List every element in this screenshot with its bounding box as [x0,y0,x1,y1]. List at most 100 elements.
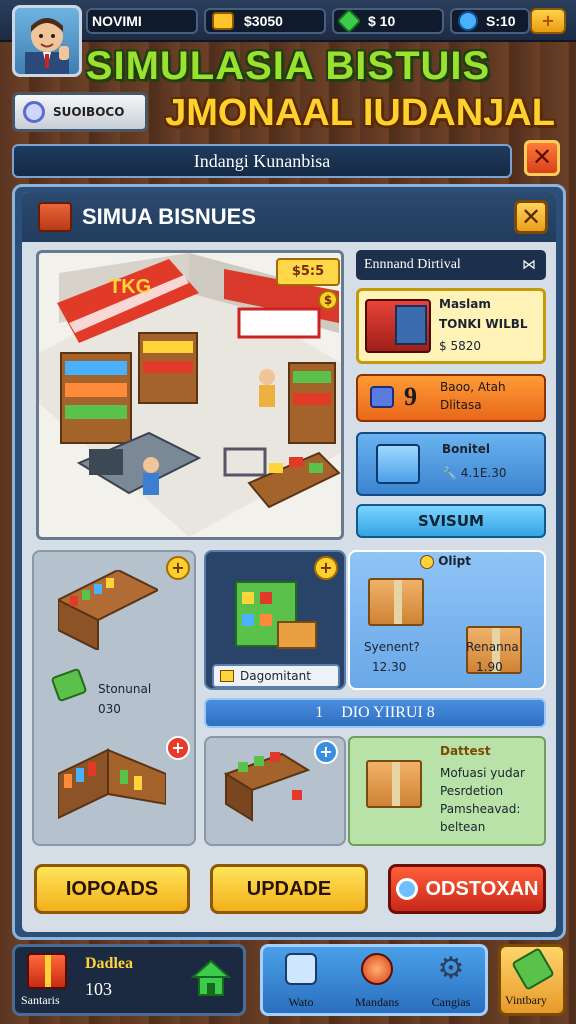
nav-item-wato-label: Wato [288,995,314,1009]
diamond-counter[interactable]: S:10 [450,8,530,34]
crate-1-value: 12.30 [372,660,407,674]
crate-box-icon-1 [368,578,424,626]
shelf-tile-label: Stonunal [98,682,152,696]
delivery-line-4: beltean [440,820,486,834]
coin-badge-icon: $ [318,290,338,310]
shelf-tile-value: 030 [98,702,121,716]
add-corner-shelf-button[interactable]: + [166,736,190,760]
magnifier-icon [395,878,418,900]
display-tag: Dagomitant [212,664,340,688]
store-price-tag: $5:5 [276,258,340,286]
planter-stand-icon [222,744,312,824]
orange-card-number: 9 [404,382,417,411]
money-icon [220,670,234,682]
panel-title: SIMUA BISNUES [82,204,256,229]
cash-value: $ 10 [368,13,396,29]
blue-card-value-text: 4.1E.30 [460,466,507,480]
nav-item-mandans[interactable]: Mandans [339,947,415,1013]
progress-banner[interactable]: 1 DIO YIIRUI 8 [204,698,546,728]
coin-counter[interactable]: $3050 [204,8,326,34]
close-section-button[interactable]: ✕ [524,140,560,176]
crate-2-name: Renanna [466,640,519,654]
nav-inventory-label: Vintbary [505,993,547,1007]
cash-counter[interactable]: $ 10 [332,8,444,34]
upgrade-card-title: Maslam [439,297,491,311]
diamond-icon [458,11,478,31]
game-title-line2: JMONAAL IUDANJAL [165,92,555,134]
side-panel-header: Ennnand Dirtival ⋈ [356,250,546,280]
gift-icon [27,953,67,989]
crate-2-value: 1.90 [476,660,503,674]
fruit-icon [361,953,393,985]
share-icon[interactable]: ⋈ [522,257,536,274]
progress-banner-number: 1 [315,704,324,721]
system-button[interactable]: SVISUM [356,504,546,538]
obstacle-button-label: ODSTOXAN [425,878,539,900]
nav-menu-panel: Wato Mandans ⚙ Cangias [260,944,488,1016]
crates-clock-icon [420,554,434,569]
crates-header-label: Olipt [438,554,471,568]
upgrade-card-blue[interactable]: Bonitel 🔧 4.1E.30 [356,432,546,496]
rank-badge[interactable]: SUOIBOCO [12,92,148,132]
add-planter-button[interactable]: + [314,740,338,764]
container-icon [376,444,420,484]
orange-card-line2: Dlitasa [440,398,482,412]
delivery-line-3: Pamsheavad: [440,802,521,816]
update-button[interactable]: UPDADE [210,864,368,914]
delivery-line-2: Pesrdetion [440,784,504,798]
bottle-icon [511,947,555,991]
game-title-line1: SIMULASIA BISTUIS [85,44,491,88]
store-sign-text: TKG [109,276,151,298]
nav-item-wato[interactable]: Wato [263,947,339,1013]
upgrade-card-machine[interactable]: Maslam TONKI WILBL $ 5820 [356,288,546,364]
upgrade-card-orange[interactable]: 9 Baoo, Atah Dlitasa [356,374,546,422]
nav-store-label: Santaris [21,993,60,1007]
nav-item-cangias-label: Cangias [431,995,471,1009]
nav-item-cangias[interactable]: ⚙ Cangias [415,947,487,1013]
crate-1-name: Syenent? [364,640,420,654]
upgrade-card-price: $ 5820 [439,339,481,353]
close-icon: ✕ [531,143,553,171]
player-name: NOVIMI [92,13,142,29]
delivery-line-1: Mofuasi yudar [440,766,525,780]
upgrade-card-line: TONKI WILBL [439,317,528,331]
rank-badge-label: SUOIBOCO [53,105,125,119]
blue-card-value: 🔧 4.1E.30 [442,466,507,480]
obstacle-button[interactable]: ODSTOXAN [388,864,546,914]
delivery-box-icon [366,760,422,808]
add-display-button[interactable]: + [314,556,338,580]
delivery-info-card[interactable]: Dattest Mofuasi yudar Pesrdetion Pamshea… [348,736,546,846]
home-icon [285,953,317,985]
corner-shelf-icon [57,734,167,820]
section-header-bar: Indangi Kunanbisa [12,144,512,178]
nav-inventory-button[interactable]: Vintbary [498,944,566,1016]
display-tag-label: Dagomitant [240,669,311,683]
section-header-label: Indangi Kunanbisa [193,151,331,171]
plus-icon: + [541,11,555,30]
add-currency-button[interactable]: + [530,8,566,34]
house-icon[interactable] [190,957,232,997]
crates-header: Olipt [420,554,471,569]
backpack-icon [370,386,394,408]
uploads-button[interactable]: IOPOADS [34,864,190,914]
nav-store-value: 103 [85,979,112,999]
shelf-illustration-icon [55,568,161,652]
nav-item-mandans-label: Mandans [355,995,399,1009]
wrench-icon: 🔧 [442,466,461,480]
gem-icon [336,8,362,34]
progress-banner-label: DIO YIIRUI 8 [341,704,435,721]
display-stand-icon [226,562,322,658]
store-scene-illustration[interactable]: TKG [36,250,344,540]
gear-icon: ⚙ [437,951,465,986]
add-shelf-button[interactable]: + [166,556,190,580]
cash-register-icon [365,299,431,353]
close-panel-button[interactable]: ✕ [514,200,548,234]
orange-card-line1: Baoo, Atah [440,380,506,394]
diamond-value: S:10 [486,13,516,29]
nav-store-panel[interactable]: Santaris Dadlea 103 [12,944,246,1016]
target-icon [23,101,45,123]
close-icon: ✕ [520,203,542,231]
coin-icon [212,12,234,30]
delivery-title: Dattest [440,744,491,758]
nav-store-title: Dadlea [85,955,133,972]
